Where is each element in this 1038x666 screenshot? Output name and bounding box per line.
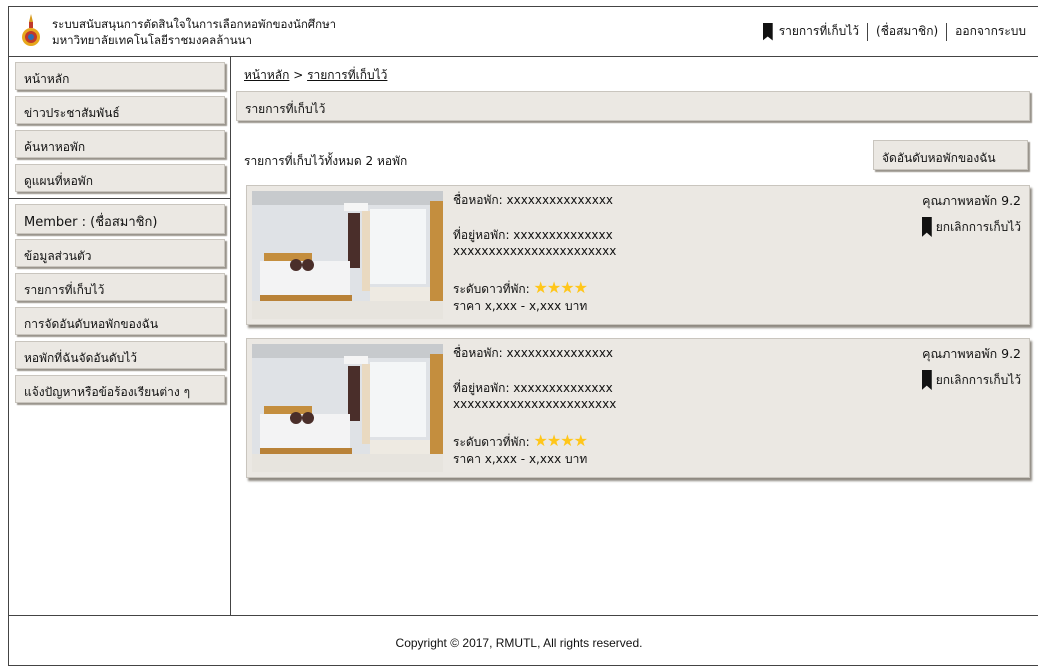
site-title-line2: มหาวิทยาลัยเทคโนโลยีราชมงคลล้านนา <box>52 33 252 47</box>
unsave-label: ยกเลิกการเก็บไว้ <box>935 219 1021 234</box>
sidebar-item-news[interactable]: ข่าวประชาสัมพันธ์ <box>15 96 225 124</box>
bookmark-icon <box>921 370 932 390</box>
site-title: ระบบสนับสนุนการตัดสินใจในการเลือกหอพักขอ… <box>52 16 336 48</box>
dorm-photo <box>252 344 443 472</box>
breadcrumb-current[interactable]: รายการที่เก็บไว้ <box>307 68 387 82</box>
top-nav: รายการที่เก็บไว้ (ชื่อสมาชิก) ออกจากระบบ <box>762 22 1026 41</box>
sidebar-item-map[interactable]: ดูแผนที่หอพัก <box>15 164 225 192</box>
dorm-card[interactable]: ชื่อหอพัก: xxxxxxxxxxxxxxx ที่อยู่หอพัก:… <box>246 185 1030 325</box>
dorm-address: ที่อยู่หอพัก: xxxxxxxxxxxxxx xxxxxxxxxxx… <box>453 380 616 412</box>
dorm-address: ที่อยู่หอพัก: xxxxxxxxxxxxxx xxxxxxxxxxx… <box>453 227 616 259</box>
bookmark-icon <box>921 217 932 237</box>
sidebar: หน้าหลัก ข่าวประชาสัมพันธ์ ค้นหาหอพัก ดู… <box>8 57 231 615</box>
star-rating: ระดับดาวที่พัก: ★★★★ <box>453 431 588 450</box>
dorm-price: ราคา x,xxx - x,xxx บาท <box>453 299 588 313</box>
star-icons: ★★★★ <box>533 431 588 450</box>
sidebar-item-ranked-dorms[interactable]: หอพักที่ฉันจัดอันดับไว้ <box>15 341 225 369</box>
nav-divider <box>946 22 948 41</box>
sidebar-item-search[interactable]: ค้นหาหอพัก <box>15 130 225 158</box>
dorm-name: ชื่อหอพัก: xxxxxxxxxxxxxxx <box>453 346 614 360</box>
sidebar-item-profile[interactable]: ข้อมูลส่วนตัว <box>15 239 225 267</box>
rank-my-dorms-button[interactable]: จัดอันดับหอพักของฉัน <box>873 140 1028 170</box>
quality-score: คุณภาพหอพัก 9.2 <box>922 346 1021 361</box>
header: ระบบสนับสนุนการตัดสินใจในการเลือกหอพักขอ… <box>8 6 1038 57</box>
star-rating-label: ระดับดาวที่พัก: <box>453 282 530 296</box>
saved-count: รายการที่เก็บไว้ทั้งหมด 2 หอพัก <box>244 154 408 168</box>
breadcrumb-home[interactable]: หน้าหลัก <box>244 68 289 82</box>
nav-saved-link[interactable]: รายการที่เก็บไว้ <box>779 22 859 41</box>
dorm-address-line1: ที่อยู่หอพัก: xxxxxxxxxxxxxx <box>453 228 613 242</box>
dorm-name: ชื่อหอพัก: xxxxxxxxxxxxxxx <box>453 193 614 207</box>
nav-divider <box>867 22 869 41</box>
dorm-address-line2: xxxxxxxxxxxxxxxxxxxxxxx <box>453 397 617 411</box>
dorm-address-line2: xxxxxxxxxxxxxxxxxxxxxxx <box>453 244 617 258</box>
site-title-line1: ระบบสนับสนุนการตัดสินใจในการเลือกหอพักขอ… <box>52 17 337 31</box>
dorm-card[interactable]: ชื่อหอพัก: xxxxxxxxxxxxxxx ที่อยู่หอพัก:… <box>246 338 1030 478</box>
section-header: รายการที่เก็บไว้ <box>236 91 1030 121</box>
quality-score: คุณภาพหอพัก 9.2 <box>922 193 1021 208</box>
sidebar-item-member[interactable]: Member : (ชื่อสมาชิก) <box>15 204 225 234</box>
star-rating-label: ระดับดาวที่พัก: <box>453 435 530 449</box>
nav-member-link[interactable]: (ชื่อสมาชิก) <box>876 22 938 41</box>
unsave-label: ยกเลิกการเก็บไว้ <box>935 372 1021 387</box>
footer-divider <box>8 615 1038 616</box>
dorm-photo <box>252 191 443 319</box>
dorm-address-line1: ที่อยู่หอพัก: xxxxxxxxxxxxxx <box>453 381 613 395</box>
star-rating: ระดับดาวที่พัก: ★★★★ <box>453 278 588 297</box>
university-logo-icon <box>22 14 40 46</box>
breadcrumb: หน้าหลัก > รายการที่เก็บไว้ <box>244 66 387 85</box>
nav-logout-link[interactable]: ออกจากระบบ <box>955 22 1026 41</box>
footer-copyright: Copyright © 2017, RMUTL, All rights rese… <box>395 636 643 650</box>
bookmark-icon <box>762 22 773 41</box>
unsave-button[interactable]: ยกเลิกการเก็บไว้ <box>921 217 1021 237</box>
sidebar-item-report[interactable]: แจ้งปัญหาหรือข้อร้องเรียนต่าง ๆ <box>15 375 225 403</box>
unsave-button[interactable]: ยกเลิกการเก็บไว้ <box>921 370 1021 390</box>
sidebar-divider <box>8 198 230 199</box>
sidebar-item-home[interactable]: หน้าหลัก <box>15 62 225 90</box>
sidebar-item-saved[interactable]: รายการที่เก็บไว้ <box>15 273 225 301</box>
breadcrumb-separator: > <box>289 68 308 82</box>
star-icons: ★★★★ <box>533 278 588 297</box>
dorm-price: ราคา x,xxx - x,xxx บาท <box>453 452 588 466</box>
sidebar-item-my-ranking[interactable]: การจัดอันดับหอพักของฉัน <box>15 307 225 335</box>
